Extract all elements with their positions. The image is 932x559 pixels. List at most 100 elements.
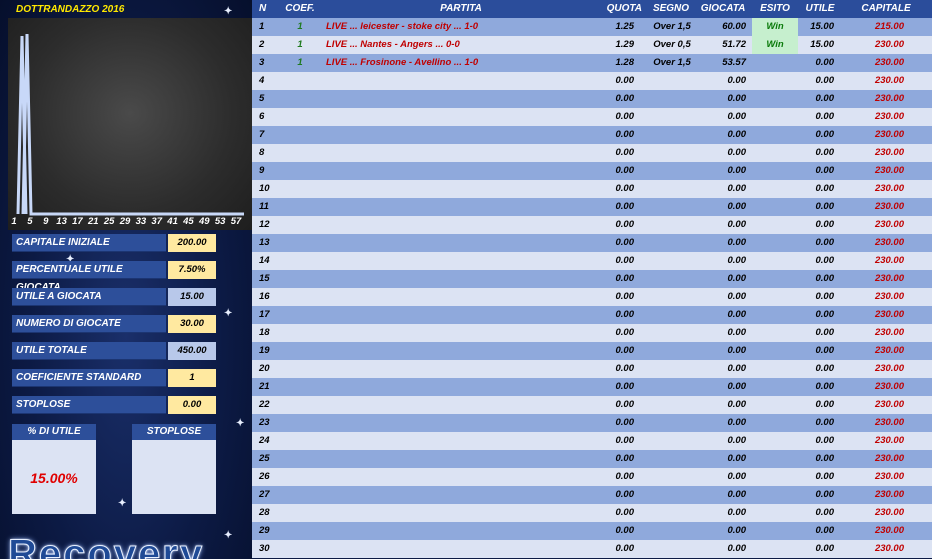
cell-utile[interactable]: 0.00	[800, 216, 835, 234]
cell-utile[interactable]: 0.00	[800, 522, 835, 540]
cell-segno[interactable]	[650, 522, 694, 540]
cell-esito[interactable]	[752, 450, 798, 468]
cell-quota[interactable]: 0.00	[592, 90, 635, 108]
cell-partita[interactable]	[326, 144, 626, 162]
cell-capitale[interactable]: 230.00	[862, 396, 904, 414]
cell-utile[interactable]: 0.00	[800, 450, 835, 468]
cell-partita[interactable]	[326, 360, 626, 378]
cell-quota[interactable]: 0.00	[592, 108, 635, 126]
cell-quota[interactable]: 0.00	[592, 198, 635, 216]
field-value-cell[interactable]: 7.50%	[168, 261, 216, 279]
field-value-cell[interactable]: 0.00	[168, 396, 216, 414]
cell-esito[interactable]	[752, 108, 798, 126]
cell-coef[interactable]: 1	[282, 36, 318, 54]
cell-capitale[interactable]: 230.00	[862, 108, 904, 126]
cell-quota[interactable]: 0.00	[592, 288, 635, 306]
cell-giocata[interactable]: 0.00	[696, 504, 747, 522]
cell-partita[interactable]	[326, 342, 626, 360]
cell-segno[interactable]	[650, 162, 694, 180]
cell-giocata[interactable]: 0.00	[696, 144, 747, 162]
cell-segno[interactable]	[650, 342, 694, 360]
cell-partita[interactable]	[326, 396, 626, 414]
cell-coef[interactable]	[282, 288, 318, 306]
cell-n[interactable]: 18	[259, 324, 273, 342]
cell-coef[interactable]	[282, 324, 318, 342]
field-value-cell[interactable]: 30.00	[168, 315, 216, 333]
cell-coef[interactable]	[282, 216, 318, 234]
cell-coef[interactable]	[282, 522, 318, 540]
cell-quota[interactable]: 1.25	[592, 18, 635, 36]
cell-utile[interactable]: 0.00	[800, 234, 835, 252]
cell-quota[interactable]: 0.00	[592, 450, 635, 468]
cell-giocata[interactable]: 0.00	[696, 414, 747, 432]
cell-n[interactable]: 27	[259, 486, 273, 504]
cell-segno[interactable]	[650, 90, 694, 108]
cell-coef[interactable]	[282, 108, 318, 126]
cell-coef[interactable]	[282, 342, 318, 360]
cell-capitale[interactable]: 230.00	[862, 90, 904, 108]
cell-segno[interactable]	[650, 108, 694, 126]
cell-partita[interactable]: LIVE ... Frosinone - Avellino ... 1-0	[326, 54, 626, 72]
cell-partita[interactable]	[326, 378, 626, 396]
cell-capitale[interactable]: 230.00	[862, 522, 904, 540]
cell-utile[interactable]: 0.00	[800, 288, 835, 306]
cell-n[interactable]: 9	[259, 162, 273, 180]
cell-giocata[interactable]: 0.00	[696, 72, 747, 90]
cell-giocata[interactable]: 51.72	[696, 36, 746, 54]
field-value-cell[interactable]: 1	[168, 369, 216, 387]
cell-n[interactable]: 5	[259, 90, 273, 108]
cell-coef[interactable]	[282, 360, 318, 378]
cell-n[interactable]: 2	[259, 36, 273, 54]
cell-n[interactable]: 6	[259, 108, 273, 126]
cell-segno[interactable]	[650, 288, 694, 306]
cell-partita[interactable]	[326, 432, 626, 450]
cell-segno[interactable]	[650, 270, 694, 288]
cell-esito[interactable]	[752, 90, 798, 108]
cell-n[interactable]: 11	[259, 198, 273, 216]
cell-partita[interactable]	[326, 324, 626, 342]
cell-utile[interactable]: 0.00	[800, 486, 835, 504]
cell-segno[interactable]	[650, 126, 694, 144]
cell-quota[interactable]: 0.00	[592, 522, 635, 540]
cell-capitale[interactable]: 230.00	[862, 432, 904, 450]
cell-partita[interactable]	[326, 270, 626, 288]
cell-segno[interactable]: Over 0,5	[650, 36, 694, 54]
cell-capitale[interactable]: 230.00	[862, 306, 904, 324]
col-header-quota[interactable]: QUOTA	[602, 0, 642, 18]
cell-giocata[interactable]: 0.00	[696, 324, 747, 342]
cell-quota[interactable]: 0.00	[592, 378, 635, 396]
cell-coef[interactable]	[282, 432, 318, 450]
cell-partita[interactable]	[326, 486, 626, 504]
cell-partita[interactable]	[326, 414, 626, 432]
cell-utile[interactable]: 0.00	[800, 504, 835, 522]
cell-n[interactable]: 14	[259, 252, 273, 270]
cell-giocata[interactable]: 53.57	[696, 54, 746, 72]
cell-quota[interactable]: 0.00	[592, 504, 635, 522]
cell-partita[interactable]	[326, 504, 626, 522]
cell-segno[interactable]	[650, 360, 694, 378]
cell-quota[interactable]: 0.00	[592, 486, 635, 504]
cell-quota[interactable]: 0.00	[592, 396, 635, 414]
cell-esito[interactable]	[752, 252, 798, 270]
cell-capitale[interactable]: 230.00	[862, 234, 904, 252]
cell-giocata[interactable]: 0.00	[696, 486, 747, 504]
cell-quota[interactable]: 0.00	[592, 342, 635, 360]
cell-esito[interactable]	[752, 180, 798, 198]
cell-n[interactable]: 30	[259, 540, 273, 558]
cell-coef[interactable]	[282, 180, 318, 198]
cell-segno[interactable]	[650, 216, 694, 234]
cell-segno[interactable]	[650, 414, 694, 432]
field-value-cell[interactable]: 200.00	[168, 234, 216, 252]
cell-esito[interactable]	[752, 306, 798, 324]
cell-capitale[interactable]: 230.00	[862, 270, 904, 288]
cell-capitale[interactable]: 230.00	[862, 324, 904, 342]
cell-utile[interactable]: 15.00	[800, 18, 834, 36]
cell-segno[interactable]	[650, 180, 694, 198]
cell-esito[interactable]	[752, 198, 798, 216]
cell-partita[interactable]	[326, 288, 626, 306]
cell-esito[interactable]	[752, 54, 798, 72]
cell-coef[interactable]	[282, 198, 318, 216]
cell-esito[interactable]: Win	[752, 18, 798, 36]
cell-quota[interactable]: 0.00	[592, 360, 635, 378]
cell-segno[interactable]	[650, 468, 694, 486]
